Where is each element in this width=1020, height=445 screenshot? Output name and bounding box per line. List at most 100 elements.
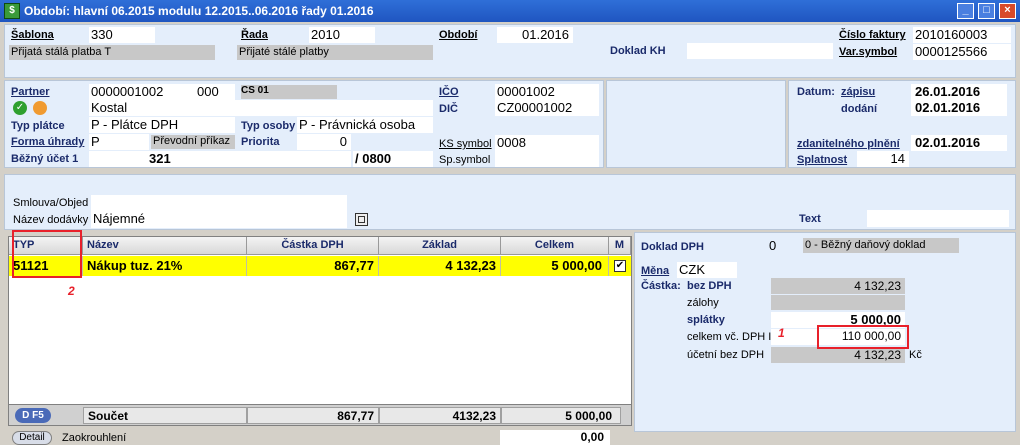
ks-symbol-input[interactable]: 0008 bbox=[495, 135, 599, 151]
doklad-dph-value: 0 bbox=[769, 238, 777, 253]
ico-label: IČO bbox=[439, 86, 459, 98]
ico-value: 00001002 bbox=[497, 84, 555, 99]
col-m-header[interactable]: M bbox=[609, 237, 631, 255]
dic-input[interactable]: CZ00001002 bbox=[495, 100, 599, 116]
window-title: Období: hlavní 06.2015 modulu 12.2015..0… bbox=[24, 4, 374, 18]
zaokrouhleni-label: Zaokrouhlení bbox=[62, 432, 127, 444]
row-celkem[interactable]: 5 000,00 bbox=[501, 256, 609, 276]
header-panel: Šablona 330 Přijatá stálá platba T Řada … bbox=[4, 24, 1016, 78]
typ-platce-value: P - Plátce DPH bbox=[91, 117, 179, 132]
row-nazev[interactable]: Nákup tuz. 21% bbox=[83, 256, 247, 276]
text-label: Text bbox=[799, 213, 821, 225]
rada-desc: Přijaté stálé platby bbox=[239, 46, 329, 58]
splatky-label: splátky bbox=[687, 314, 725, 326]
smlouva-input[interactable] bbox=[91, 195, 347, 211]
doklad-dph-label: Doklad DPH bbox=[641, 241, 704, 253]
check-icon[interactable]: ✓ bbox=[13, 101, 27, 115]
sablona-desc-box: Přijatá stálá platba T bbox=[9, 45, 215, 60]
nazev-dodavky-label: Název dodávky bbox=[13, 214, 89, 226]
ico-input[interactable]: 00001002 bbox=[495, 84, 599, 100]
zaokrouhleni-value: 0,00 bbox=[580, 430, 604, 444]
nav-df5-button[interactable]: D F5 bbox=[15, 408, 51, 423]
dodani-input[interactable]: 02.01.2016 bbox=[911, 100, 1007, 116]
doklad-dph-desc: 0 - Běžný daňový doklad bbox=[805, 239, 926, 251]
splatnost-value: 14 bbox=[890, 151, 905, 166]
col-nazev-header[interactable]: Název bbox=[83, 237, 247, 255]
ucetni-value: 4 132,23 bbox=[854, 348, 901, 362]
partner-value: 0000001002 bbox=[91, 84, 164, 99]
cislo-faktury-label: Číslo faktury bbox=[839, 29, 906, 41]
dodavky-picker-button[interactable] bbox=[355, 213, 368, 226]
rada-label: Řada bbox=[241, 29, 268, 41]
mena-input[interactable]: CZK bbox=[677, 262, 737, 278]
mena-value: CZK bbox=[679, 262, 705, 277]
minimize-button[interactable]: _ bbox=[957, 3, 974, 19]
zdp-input[interactable]: 02.01.2016 bbox=[911, 135, 1007, 151]
bez-dph-value: 4 132,23 bbox=[854, 279, 901, 293]
zapisu-input[interactable]: 26.01.2016 bbox=[911, 84, 1007, 100]
col-celkem-header[interactable]: Celkem bbox=[501, 237, 609, 255]
typ-osoby-input[interactable]: P - Právnická osoba bbox=[297, 117, 433, 133]
zaokrouhleni-input[interactable]: 0,00 bbox=[500, 430, 610, 445]
partner-name: Kostal bbox=[91, 100, 128, 115]
bezny-ucet-label: Běžný účet 1 bbox=[11, 153, 79, 165]
partner-input[interactable]: 0000001002 000 bbox=[89, 84, 235, 100]
castka-label: Částka: bbox=[641, 280, 681, 292]
typ-osoby-label: Typ osoby bbox=[241, 120, 296, 132]
partner-sub-value: 000 bbox=[197, 84, 219, 99]
annotation-box-2 bbox=[12, 230, 82, 278]
priorita-label: Priorita bbox=[241, 136, 280, 148]
table-row[interactable]: 51121 Nákup tuz. 21% 867,77 4 132,23 5 0… bbox=[9, 256, 631, 276]
typ-platce-label: Typ plátce bbox=[11, 120, 65, 132]
bezny-ucet-input[interactable]: 321 bbox=[89, 151, 351, 167]
forma-uhrady-desc: Převodní příkaz bbox=[153, 135, 231, 147]
ucetni-label: účetní bez DPH bbox=[687, 349, 765, 361]
splatnost-input[interactable]: 14 bbox=[857, 151, 909, 167]
footer-celkem: 5 000,00 bbox=[501, 407, 621, 424]
row-castka-dph[interactable]: 867,77 bbox=[247, 256, 379, 276]
grid-footer: D F5 Součet 867,77 4132,23 5 000,00 bbox=[9, 404, 631, 425]
typ-platce-input[interactable]: P - Plátce DPH bbox=[89, 117, 235, 133]
col-zaklad-header[interactable]: Základ bbox=[379, 237, 501, 255]
row-m-checkbox[interactable]: ✔ bbox=[614, 260, 626, 272]
forma-uhrady-label: Forma úhrady bbox=[11, 136, 85, 148]
nazev-dodavky-input[interactable]: Nájemné bbox=[91, 211, 347, 228]
sablona-input[interactable]: 330 bbox=[89, 27, 155, 43]
contract-panel: Smlouva/Objed Název dodávky Nájemné Text bbox=[4, 174, 1016, 230]
detail-button[interactable]: Detail bbox=[12, 431, 52, 445]
bank-code-value: / 0800 bbox=[355, 151, 392, 166]
close-button[interactable]: × bbox=[999, 3, 1016, 19]
obdobi-value: 01.2016 bbox=[522, 27, 569, 42]
partner-panel: Partner 0000001002 000 CS 01 ✓ Kostal Ty… bbox=[4, 80, 604, 168]
sablona-label: Šablona bbox=[11, 29, 54, 41]
ks-symbol-label: KS symbol bbox=[439, 138, 492, 150]
priorita-input[interactable]: 0 bbox=[297, 134, 351, 150]
bez-dph-box: 4 132,23 bbox=[771, 278, 905, 294]
doklad-kh-input[interactable] bbox=[687, 43, 833, 59]
annotation-mark-2: 2 bbox=[68, 284, 75, 298]
sp-symbol-input[interactable] bbox=[495, 151, 599, 167]
splatnost-label: Splatnost bbox=[797, 154, 848, 166]
col-castka-dph-header[interactable]: Částka DPH bbox=[247, 237, 379, 255]
doklad-kh-label: Doklad KH bbox=[610, 45, 666, 57]
footer-label: Součet bbox=[83, 407, 247, 424]
rada-value: 2010 bbox=[311, 27, 340, 42]
obdobi-input[interactable]: 01.2016 bbox=[497, 27, 573, 43]
var-symbol-input[interactable]: 0000125566 bbox=[913, 44, 1011, 60]
bank-code-input[interactable]: / 0800 bbox=[353, 151, 433, 167]
dic-value: CZ00001002 bbox=[497, 100, 573, 115]
rada-input[interactable]: 2010 bbox=[309, 27, 375, 43]
cs-label: CS 01 bbox=[241, 85, 269, 96]
dic-label: DIČ bbox=[439, 103, 458, 115]
text-input[interactable] bbox=[867, 210, 1009, 227]
forma-uhrady-input[interactable]: P bbox=[89, 134, 149, 150]
mena-label: Měna bbox=[641, 265, 670, 277]
ucetni-box: 4 132,23 bbox=[771, 347, 905, 363]
title-bar: $ Období: hlavní 06.2015 modulu 12.2015.… bbox=[0, 0, 1020, 22]
status-circle-icon[interactable] bbox=[33, 101, 47, 115]
maximize-button[interactable]: □ bbox=[978, 3, 995, 19]
cislo-faktury-input[interactable]: 2010160003 bbox=[913, 27, 1011, 43]
doklad-dph-desc-box: 0 - Běžný daňový doklad bbox=[803, 238, 959, 253]
partner-name-input[interactable]: Kostal bbox=[89, 100, 433, 116]
row-zaklad[interactable]: 4 132,23 bbox=[379, 256, 501, 276]
